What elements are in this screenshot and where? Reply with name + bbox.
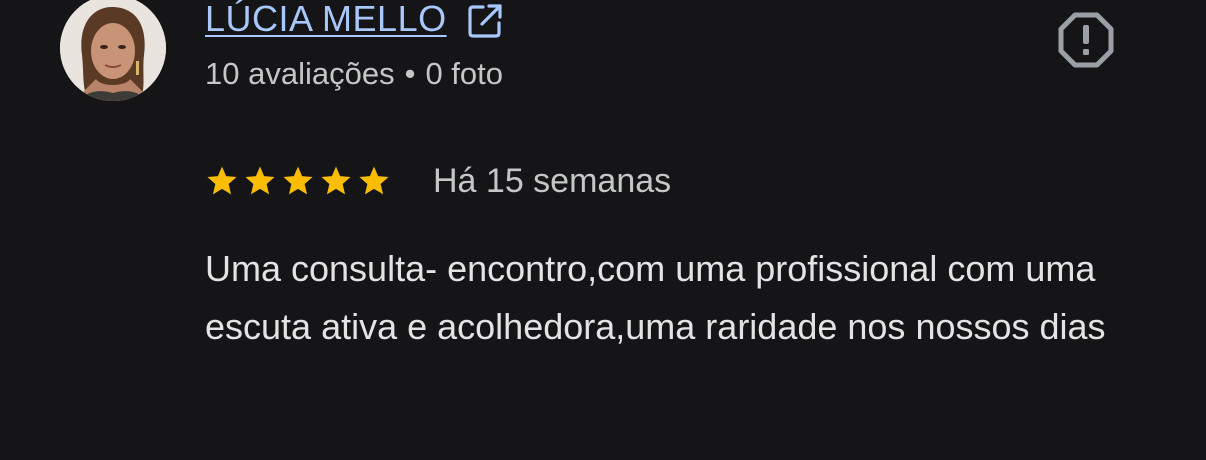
star-icon [245,166,275,195]
review-text: Uma consulta- encontro,com uma profissio… [205,248,1106,347]
star-rating [205,164,395,198]
reviewer-name-row: LÚCIA MELLO [205,0,503,44]
review-timestamp: Há 15 semanas [433,161,672,200]
open-in-new-icon[interactable] [467,3,503,39]
star-icon [283,166,313,195]
report-icon[interactable] [1056,10,1116,70]
reviews-count: 10 avaliações [205,56,395,91]
reviewer-avatar[interactable] [60,0,166,101]
star-icon [207,166,237,195]
stats-separator: • [404,56,416,91]
avatar-photo-icon [60,0,166,101]
rating-row: Há 15 semanas [205,158,671,204]
photos-count: 0 foto [425,56,503,91]
reviewer-name-link[interactable]: LÚCIA MELLO [205,0,447,40]
star-icon [321,166,351,195]
star-icon [359,166,389,195]
reviewer-stats: 10 avaliações • 0 foto [205,56,503,92]
